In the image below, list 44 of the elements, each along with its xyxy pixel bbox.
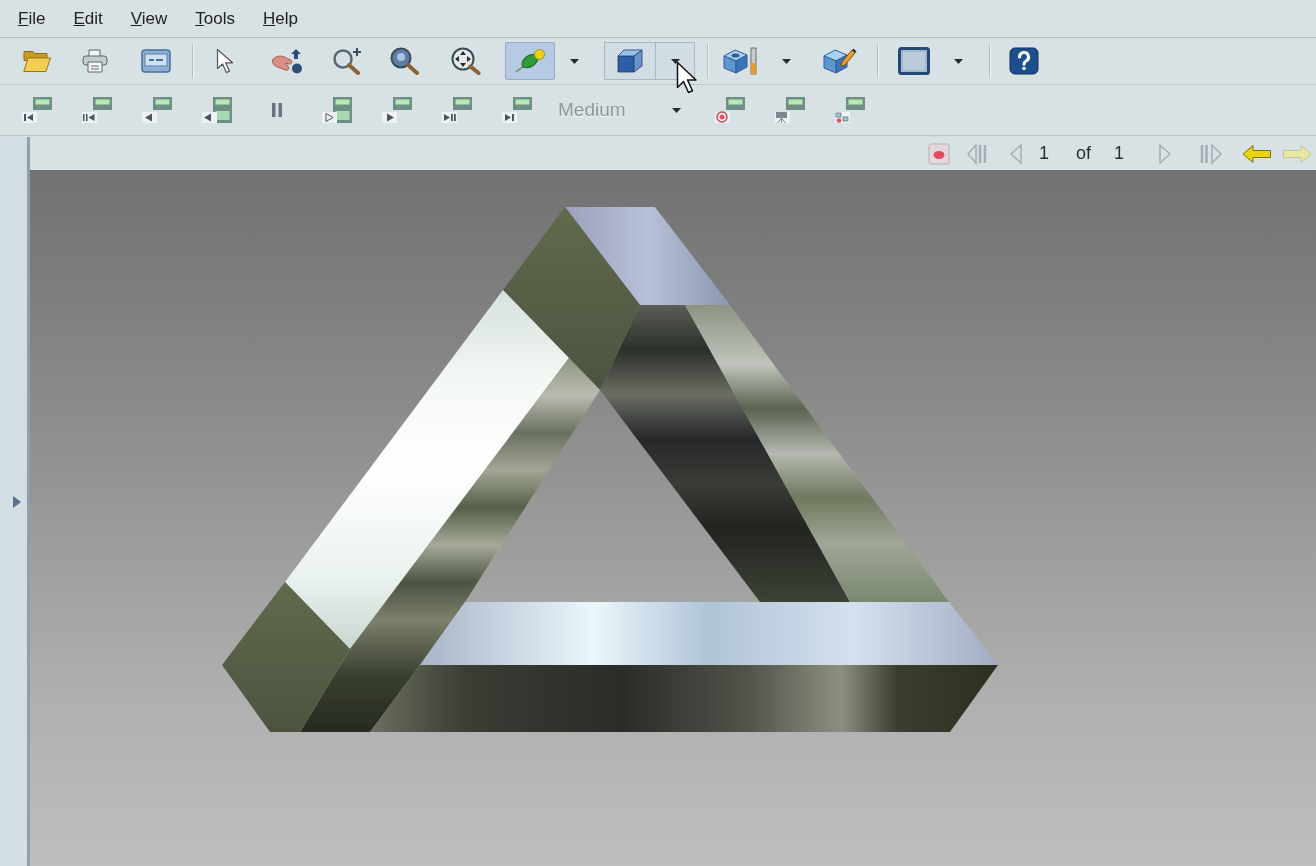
screen-hierarchy-icon: [834, 96, 866, 124]
help-icon: [1009, 47, 1039, 75]
caret-icon: [670, 58, 680, 64]
zoom-in-icon: [332, 47, 362, 75]
cube-pencil-icon: [823, 47, 857, 75]
screen-back-icon: [141, 96, 173, 124]
stacked-screens-forward-icon: [321, 96, 353, 124]
caret-icon: [569, 58, 579, 64]
magnifier-arrows-icon: [451, 47, 481, 75]
page-number: 1: [1038, 142, 1049, 165]
window-icon: [141, 49, 171, 73]
screen-record-icon: [714, 96, 746, 124]
menu-item[interactable]: File: [4, 7, 60, 30]
stacked-screens-back-icon: [201, 96, 233, 124]
record-icon[interactable]: [927, 142, 950, 165]
back-arrow-icon[interactable]: [1242, 143, 1272, 164]
menu-item[interactable]: View: [116, 7, 182, 30]
screen-skip-end-icon: [501, 96, 533, 124]
page-of-label: of: [1075, 142, 1091, 165]
cube-icon: [617, 49, 643, 73]
printer-icon: [82, 49, 108, 73]
camera-screen-icon: [774, 96, 806, 124]
pointer-icon: [216, 48, 234, 74]
caret-icon: [672, 107, 681, 113]
menu-item[interactable]: Edit: [59, 7, 117, 30]
pushpin-button[interactable]: [505, 42, 555, 80]
magnifier-icon: [390, 47, 420, 75]
screen-skip-start-icon: [21, 96, 53, 124]
pause-icon: [272, 103, 282, 117]
page-count: 1: [1114, 142, 1124, 165]
caret-icon: [953, 58, 963, 64]
screen-step-back-icon: [81, 96, 113, 124]
caret-icon: [781, 58, 791, 64]
hand-icon: [271, 48, 303, 74]
square-icon: [898, 47, 930, 75]
mouse-cursor-icon: [676, 61, 698, 95]
expand-arrow-icon[interactable]: [13, 495, 21, 508]
screen-play-pause-icon: [441, 96, 473, 124]
folder-icon: [23, 50, 51, 72]
cube-ruler-icon: [723, 47, 757, 75]
menu-item[interactable]: Help: [248, 7, 312, 30]
pushpin-icon: [515, 49, 545, 73]
menu-item[interactable]: Tools: [181, 7, 249, 30]
screen-play-icon: [381, 96, 413, 124]
